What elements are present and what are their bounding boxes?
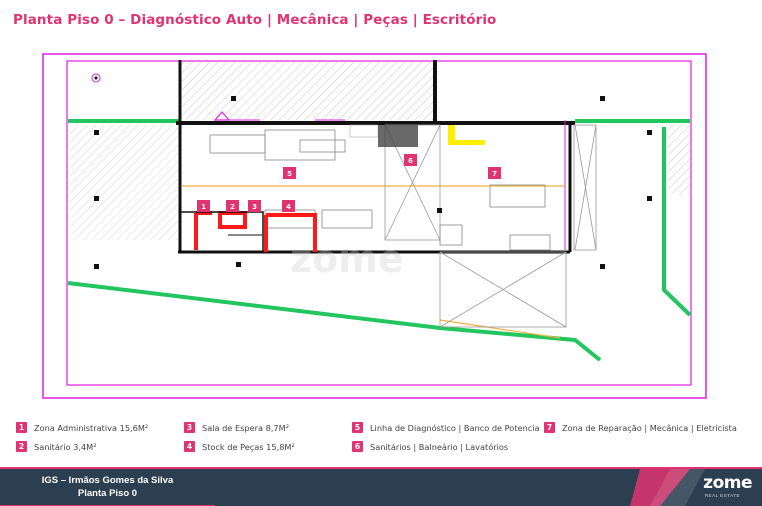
hatched-area-left (70, 125, 178, 240)
footer-plan-name: Planta Piso 0 (77, 488, 138, 499)
legend-badge: 2 (16, 441, 27, 452)
plan-badge-5: 5 (283, 167, 296, 179)
page-title: Planta Piso 0 – Diagnóstico Auto | Mecân… (13, 12, 497, 28)
hatched-area-top (182, 62, 435, 120)
legend-item-1: 1 Zona Administrativa 15,6M² (16, 422, 148, 433)
plan-badge-4: 4 (282, 200, 295, 212)
legend-item-7: 7 Zona de Reparação | Mecânica | Eletric… (544, 422, 737, 433)
floor-plan: zome 1 2 3 4 5 6 7 (42, 53, 707, 399)
svg-text:1: 1 (201, 203, 206, 211)
plan-badge-1: 1 (197, 200, 210, 212)
plan-badge-6: 6 (404, 154, 417, 166)
legend-badge: 6 (352, 441, 363, 452)
plan-badge-2: 2 (226, 200, 239, 212)
legend-label: Zona de Reparação | Mecânica | Eletricis… (562, 422, 737, 433)
footer-company-name: IGS – Irmãos Gomes da Silva (41, 475, 174, 486)
legend-item-6: 6 Sanitários | Balneário | Lavatórios (352, 441, 508, 452)
svg-text:2: 2 (230, 203, 235, 211)
legend-label: Linha de Diagnóstico | Banco de Potencia (370, 422, 540, 433)
footer-decoration (630, 469, 705, 506)
green-boundary-bottom (67, 281, 602, 362)
legend-badge: 4 (184, 441, 195, 452)
zome-logo: zome (703, 473, 752, 493)
svg-text:3: 3 (252, 203, 257, 211)
watermark: zome (290, 237, 404, 281)
legend-label: Stock de Peças 15,8M² (202, 441, 295, 452)
plan-badge-7: 7 (488, 167, 501, 179)
legend-label: Zona Administrativa 15,6M² (34, 422, 149, 433)
legend-label: Sala de Espera 8,7M² (202, 422, 289, 433)
legend: 1 Zona Administrativa 15,6M² 2 Sanitário… (0, 418, 762, 458)
legend-badge: 7 (544, 422, 555, 433)
zome-logo-tagline: REAL ESTATE (704, 493, 740, 498)
svg-text:6: 6 (408, 157, 413, 165)
legend-badge: 5 (352, 422, 363, 433)
footer: IGS – Irmãos Gomes da Silva Planta Piso … (0, 467, 762, 506)
svg-text:7: 7 (492, 170, 497, 178)
legend-label: Sanitário 3,4M² (34, 441, 97, 452)
legend-badge: 3 (184, 422, 195, 433)
legend-item-4: 4 Stock de Peças 15,8M² (184, 441, 295, 452)
legend-badge: 1 (16, 422, 27, 433)
legend-item-3: 3 Sala de Espera 8,7M² (184, 422, 289, 433)
legend-label: Sanitários | Balneário | Lavatórios (370, 441, 509, 452)
svg-text:4: 4 (286, 203, 291, 211)
hatched-area-right (668, 125, 690, 195)
svg-text:5: 5 (287, 170, 292, 178)
legend-item-2: 2 Sanitário 3,4M² (16, 441, 97, 452)
plan-badge-3: 3 (248, 200, 261, 212)
legend-item-5: 5 Linha de Diagnóstico | Banco de Potenc… (352, 422, 540, 433)
